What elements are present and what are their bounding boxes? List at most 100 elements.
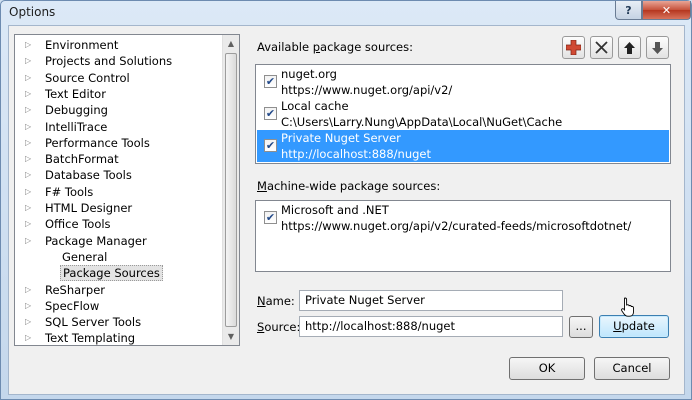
arrow-up-icon (624, 41, 635, 54)
expand-arrow-icon[interactable]: ▷ (25, 151, 35, 167)
tree-item-label: General (62, 249, 108, 264)
package-source-item[interactable]: ✔ nuget.org https://www.nuget.org/api/v2/ (257, 66, 669, 98)
available-sources-list[interactable]: ✔ nuget.org https://www.nuget.org/api/v2/✔… (255, 64, 671, 164)
scroll-down-icon[interactable]: ▼ (223, 328, 239, 345)
tree-item-label: SQL Server Tools (45, 315, 142, 330)
expand-arrow-icon[interactable]: ▷ (25, 119, 35, 135)
source-name: Microsoft and .NET (281, 203, 389, 217)
window-title: Options (9, 5, 56, 19)
expand-arrow-icon[interactable]: ▷ (25, 282, 35, 298)
tree-item[interactable]: ▷ SQL Server Tools (15, 314, 221, 330)
source-enabled-checkbox[interactable]: ✔ (264, 75, 277, 88)
tree-item-label: IntelliTrace (45, 119, 108, 134)
tree-item[interactable]: ▷ Text Templating (15, 330, 221, 346)
plus-icon (566, 40, 581, 55)
machine-wide-sources-list[interactable]: ✔ Microsoft and .NET https://www.nuget.org… (255, 200, 671, 272)
tree-item[interactable]: ▷ Database Tools (15, 167, 221, 183)
name-field[interactable]: Private Nuget Server (299, 290, 563, 311)
expand-arrow-icon[interactable]: ▷ (25, 200, 35, 216)
source-name: nuget.org (281, 67, 337, 81)
move-down-button[interactable] (646, 36, 669, 59)
tree-item[interactable]: ▷ Projects and Solutions (15, 53, 221, 69)
tree-item-label: SpecFlow (45, 298, 100, 313)
close-button[interactable]: ✕ (642, 1, 691, 20)
tree-item-label: HTML Designer (45, 201, 133, 215)
tree-item[interactable]: ▷ SpecFlow (15, 298, 221, 314)
help-button[interactable]: ? (615, 1, 642, 20)
tree-item[interactable]: ▷ Performance Tools (15, 135, 221, 151)
expand-arrow-icon[interactable]: ▷ (25, 167, 35, 183)
tree-item[interactable]: ▷ HTML Designer (15, 200, 221, 216)
tree-item-label: Projects and Solutions (45, 54, 173, 69)
browse-button[interactable]: ... (569, 316, 593, 338)
package-source-item[interactable]: ✔ Microsoft and .NET https://www.nuget.org… (257, 202, 669, 234)
package-source-item[interactable]: ✔ Local cache C:\Users\Larry.Nung\AppData\… (257, 98, 669, 130)
move-up-button[interactable] (618, 36, 641, 59)
expand-arrow-icon[interactable]: ▷ (25, 53, 35, 69)
tree-item-label: Environment (45, 38, 119, 52)
add-source-button[interactable] (562, 36, 585, 59)
expand-arrow-icon[interactable]: ▷ (25, 216, 35, 232)
dialog-client-area: ▲ ▼ ▷ Environment ▷ Projects and Solutions ▷… (8, 25, 685, 395)
expand-arrow-icon[interactable]: ▷ (25, 330, 35, 345)
title-bar[interactable]: Options ? ✕ (1, 1, 691, 25)
remove-source-button[interactable] (590, 36, 613, 59)
expand-arrow-icon[interactable]: ▷ (25, 70, 35, 86)
source-label: Source: (257, 320, 301, 334)
tree-item-label: Text Editor (45, 86, 106, 101)
tree-item[interactable]: ▷ Text Editor (15, 86, 221, 102)
scroll-thumb[interactable] (225, 53, 237, 327)
tree-item-label: Database Tools (45, 168, 132, 183)
tree-item[interactable]: ▷ F# Tools (15, 184, 221, 200)
source-enabled-checkbox[interactable]: ✔ (264, 211, 277, 224)
ok-button[interactable]: OK (509, 357, 585, 380)
name-label: Name: (257, 294, 295, 308)
options-window: Options ? ✕ ▲ ▼ ▷ Environment ▷ Projects an… (0, 0, 692, 400)
source-name: Private Nuget Server (281, 131, 401, 145)
tree-item[interactable]: Package Sources (15, 265, 221, 282)
x-icon (595, 41, 608, 54)
expand-arrow-icon[interactable]: ▷ (25, 135, 35, 151)
tree-item-label: F# Tools (45, 184, 94, 199)
mouse-pointer-icon (621, 297, 634, 317)
tree-item[interactable]: ▷ Source Control (15, 70, 221, 86)
source-enabled-checkbox[interactable]: ✔ (264, 139, 277, 152)
tree-item-label: BatchFormat (45, 152, 119, 167)
tree-item-label: Performance Tools (45, 135, 150, 150)
expand-arrow-icon[interactable]: ▷ (25, 184, 35, 200)
tree-item[interactable]: ▷ Office Tools (15, 216, 221, 232)
source-url: https://www.nuget.org/api/v2/curated-fee… (281, 219, 632, 233)
source-name: Local cache (281, 99, 349, 113)
tree-item[interactable]: ▷ IntelliTrace (15, 119, 221, 135)
tree-item-label: Package Sources (60, 265, 163, 282)
tree-item[interactable]: ▷ Environment (15, 37, 221, 53)
expand-arrow-icon[interactable]: ▷ (25, 314, 35, 330)
tree-item[interactable]: ▷ Package Manager (15, 233, 221, 249)
update-button[interactable]: Update (599, 315, 669, 338)
machine-wide-sources-label: Machine-wide package sources: (257, 179, 441, 193)
tree-item-label: Package Manager (45, 233, 147, 248)
source-enabled-checkbox[interactable]: ✔ (264, 107, 277, 120)
tree-item-label: Source Control (45, 70, 130, 85)
scroll-up-icon[interactable]: ▲ (223, 35, 239, 52)
arrow-down-icon (652, 41, 663, 54)
package-source-item[interactable]: ✔ Private Nuget Server http://localhost:88… (257, 130, 669, 162)
tree-item-label: ReSharper (45, 282, 106, 297)
tree-item-label: Debugging (45, 103, 108, 118)
tree-item[interactable]: ▷ BatchFormat (15, 151, 221, 167)
expand-arrow-icon[interactable]: ▷ (25, 102, 35, 118)
expand-arrow-icon[interactable]: ▷ (25, 37, 35, 53)
tree-item[interactable]: ▷ ReSharper (15, 282, 221, 298)
source-url: C:\Users\Larry.Nung\AppData\Local\NuGet\… (281, 115, 563, 129)
available-sources-label: Available package sources: (257, 40, 413, 54)
expand-arrow-icon[interactable]: ▷ (25, 86, 35, 102)
expand-arrow-icon[interactable]: ▷ (25, 298, 35, 314)
tree-scrollbar[interactable]: ▲ ▼ (222, 35, 239, 345)
options-tree[interactable]: ▲ ▼ ▷ Environment ▷ Projects and Solutions ▷… (14, 34, 240, 346)
tree-item[interactable]: ▷ Debugging (15, 102, 221, 118)
tree-item-label: Text Templating (45, 331, 136, 346)
tree-item[interactable]: General (15, 249, 221, 265)
expand-arrow-icon[interactable]: ▷ (25, 233, 35, 249)
source-field[interactable]: http://localhost:888/nuget (299, 316, 563, 337)
cancel-button[interactable]: Cancel (594, 357, 670, 380)
